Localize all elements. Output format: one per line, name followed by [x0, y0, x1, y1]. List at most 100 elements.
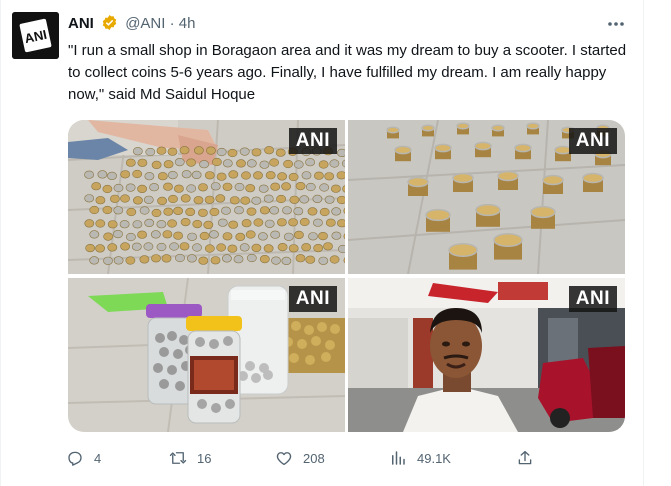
coin-decoration: [259, 255, 270, 264]
coin-decoration: [210, 182, 221, 191]
coin-decoration: [241, 171, 251, 180]
coin-decoration: [119, 220, 130, 229]
like-count: 208: [303, 450, 325, 466]
coin-decoration: [179, 242, 190, 251]
coin-decoration: [263, 194, 274, 203]
coin-decoration: [330, 184, 341, 193]
coin-decoration: [126, 207, 137, 217]
more-options-button[interactable]: [602, 14, 630, 34]
coin-decoration: [251, 148, 262, 157]
like-button[interactable]: 208: [275, 446, 325, 470]
coin-decoration: [186, 184, 197, 193]
coin-decoration: [222, 232, 233, 241]
coin-decoration: [167, 219, 177, 228]
author-name[interactable]: ANI: [68, 15, 94, 32]
coin-stack-top-decoration: [434, 143, 452, 153]
coin-decoration: [95, 196, 106, 205]
coin-stack-top-decoration: [425, 208, 451, 222]
coin-decoration: [173, 206, 183, 215]
coin-decoration: [259, 160, 270, 169]
coin-decoration: [338, 244, 345, 254]
coin-stack-top-decoration: [514, 143, 532, 153]
coin-decoration: [253, 218, 264, 227]
photo-coins-floor[interactable]: ANI: [68, 120, 345, 274]
coin-decoration: [139, 255, 150, 264]
coin-decoration: [228, 170, 239, 179]
coin-decoration: [193, 146, 204, 155]
coin-decoration: [251, 243, 262, 252]
coin-decoration: [241, 219, 252, 228]
coin-decoration: [169, 242, 179, 251]
coin-decoration: [89, 230, 100, 239]
more-icon: [608, 22, 624, 26]
coin-decoration: [113, 256, 124, 265]
coin-decoration: [227, 148, 238, 158]
coin-decoration: [89, 256, 100, 265]
coin-decoration: [318, 160, 329, 169]
coin-decoration: [131, 242, 142, 251]
coin-decoration: [275, 148, 286, 157]
coin-decoration: [192, 219, 203, 229]
coin-decoration: [103, 232, 114, 241]
coin-decoration: [277, 242, 288, 252]
coin-decoration: [289, 195, 300, 204]
coin-decoration: [331, 207, 342, 216]
coin-decoration: [336, 171, 345, 180]
coin-decoration: [211, 157, 222, 167]
coin-decoration: [281, 182, 291, 191]
coin-stack-top-decoration: [452, 172, 474, 184]
coin-decoration: [151, 160, 162, 170]
coin-stack-top-decoration: [448, 242, 478, 258]
coin-decoration: [102, 205, 113, 215]
coin-decoration: [245, 230, 256, 239]
coin-decoration: [288, 172, 299, 182]
coin-decoration: [156, 242, 167, 252]
photo-man-showroom[interactable]: ANI: [348, 278, 625, 432]
coin-decoration: [313, 171, 324, 180]
coin-decoration: [167, 147, 178, 156]
coin-decoration: [227, 244, 238, 253]
coin-decoration: [113, 183, 124, 193]
author-avatar[interactable]: ANI: [12, 12, 59, 59]
coin-decoration: [270, 230, 281, 239]
coin-decoration: [305, 182, 316, 192]
coin-decoration: [175, 253, 185, 263]
coin-decoration: [168, 194, 178, 204]
coin-decoration: [299, 217, 310, 227]
coin-decoration: [293, 207, 304, 216]
coin-decoration: [150, 230, 161, 239]
coin-decoration: [308, 232, 318, 241]
coin-decoration: [85, 244, 96, 253]
ani-watermark: ANI: [288, 286, 337, 312]
coin-decoration: [325, 218, 336, 227]
coin-decoration: [324, 195, 335, 204]
retweet-button[interactable]: 16: [169, 446, 211, 470]
share-button[interactable]: [516, 446, 544, 470]
reply-count: 4: [94, 450, 102, 466]
timeline-border-right: [643, 0, 644, 486]
coin-decoration: [204, 244, 215, 253]
share-icon: [518, 450, 532, 465]
coin-decoration: [329, 255, 340, 264]
coin-decoration: [234, 206, 244, 215]
author-handle[interactable]: @ANI: [125, 15, 165, 32]
coin-decoration: [84, 170, 94, 179]
photo-coin-stacks[interactable]: ANI: [348, 120, 625, 274]
coin-decoration: [143, 195, 154, 204]
coin-decoration: [253, 171, 263, 180]
coin-decoration: [179, 146, 190, 155]
reply-button[interactable]: 4: [66, 446, 101, 470]
coin-decoration: [125, 183, 136, 192]
ani-watermark: ANI: [288, 128, 337, 154]
coin-stack-top-decoration: [394, 145, 412, 155]
coin-stack-top-decoration: [475, 203, 501, 217]
coin-decoration: [192, 243, 202, 252]
photo-coin-jars[interactable]: ANI: [68, 278, 345, 432]
coin-decoration: [216, 172, 227, 181]
coin-decoration: [137, 158, 148, 167]
coin-decoration: [336, 195, 345, 205]
coin-decoration: [181, 170, 192, 179]
tweet-timestamp[interactable]: 4h: [179, 15, 196, 32]
views-button[interactable]: 49.1K: [389, 446, 451, 470]
coin-decoration: [204, 171, 215, 180]
